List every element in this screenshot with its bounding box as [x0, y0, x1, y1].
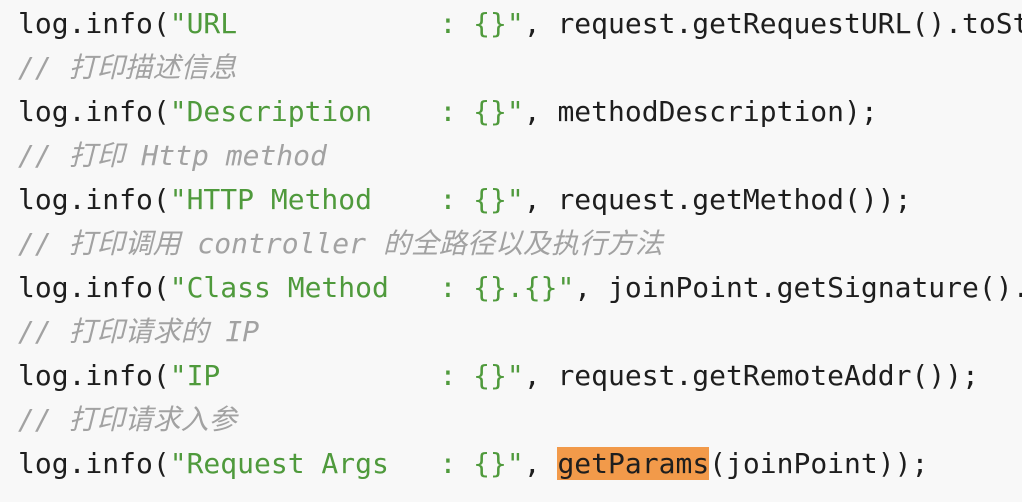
string-literal: "URL : {}" [169, 7, 524, 40]
code-line-http-method-log: log.info("HTTP Method : {}", request.get… [18, 180, 911, 220]
code-text: , request.getMethod()); [523, 183, 912, 216]
code-text: log.info( [18, 447, 170, 480]
comment-line: // 打印请求的 IP [18, 315, 260, 348]
string-literal: "Request Args : {}" [169, 447, 524, 480]
string-literal: "HTTP Method : {}" [169, 183, 524, 216]
code-text: log.info( [18, 183, 170, 216]
string-literal: "Description : {}" [169, 95, 524, 128]
string-literal: "Class Method : {}.{}" [169, 271, 575, 304]
code-line-request-args-log: log.info("Request Args : {}", getParams(… [18, 444, 928, 484]
code-text: log.info( [18, 7, 170, 40]
comment-line: // 打印描述信息 [18, 51, 237, 84]
code-text: log.info( [18, 359, 170, 392]
code-line-class-method-log: log.info("Class Method : {}.{}", joinPoi… [18, 268, 1022, 308]
code-text: , request.getRemoteAddr()); [523, 359, 979, 392]
code-text: , methodDescription); [523, 95, 878, 128]
code-text: , joinPoint.getSignature(). [574, 271, 1022, 304]
code-text: , [523, 447, 558, 480]
comment-line: // 打印 Http method [18, 139, 327, 172]
highlighted-method-name[interactable]: getParams [557, 447, 710, 480]
comment-line: // 打印调用 controller 的全路径以及执行方法 [18, 227, 663, 260]
string-literal: "IP : {}" [169, 359, 524, 392]
code-text: (joinPoint)); [709, 447, 929, 480]
comment-line: // 打印请求入参 [18, 403, 237, 436]
code-line-url-log: log.info("URL : {}", request.getRequestU… [18, 4, 1022, 44]
code-text: log.info( [18, 271, 170, 304]
code-text: , request.getRequestURL().toSt [523, 7, 1022, 40]
code-line-description-log: log.info("Description : {}", methodDescr… [18, 92, 878, 132]
code-line-ip-log: log.info("IP : {}", request.getRemoteAdd… [18, 356, 979, 396]
code-text: log.info( [18, 95, 170, 128]
code-editor[interactable]: log.info("URL : {}", request.getRequestU… [0, 0, 1022, 502]
